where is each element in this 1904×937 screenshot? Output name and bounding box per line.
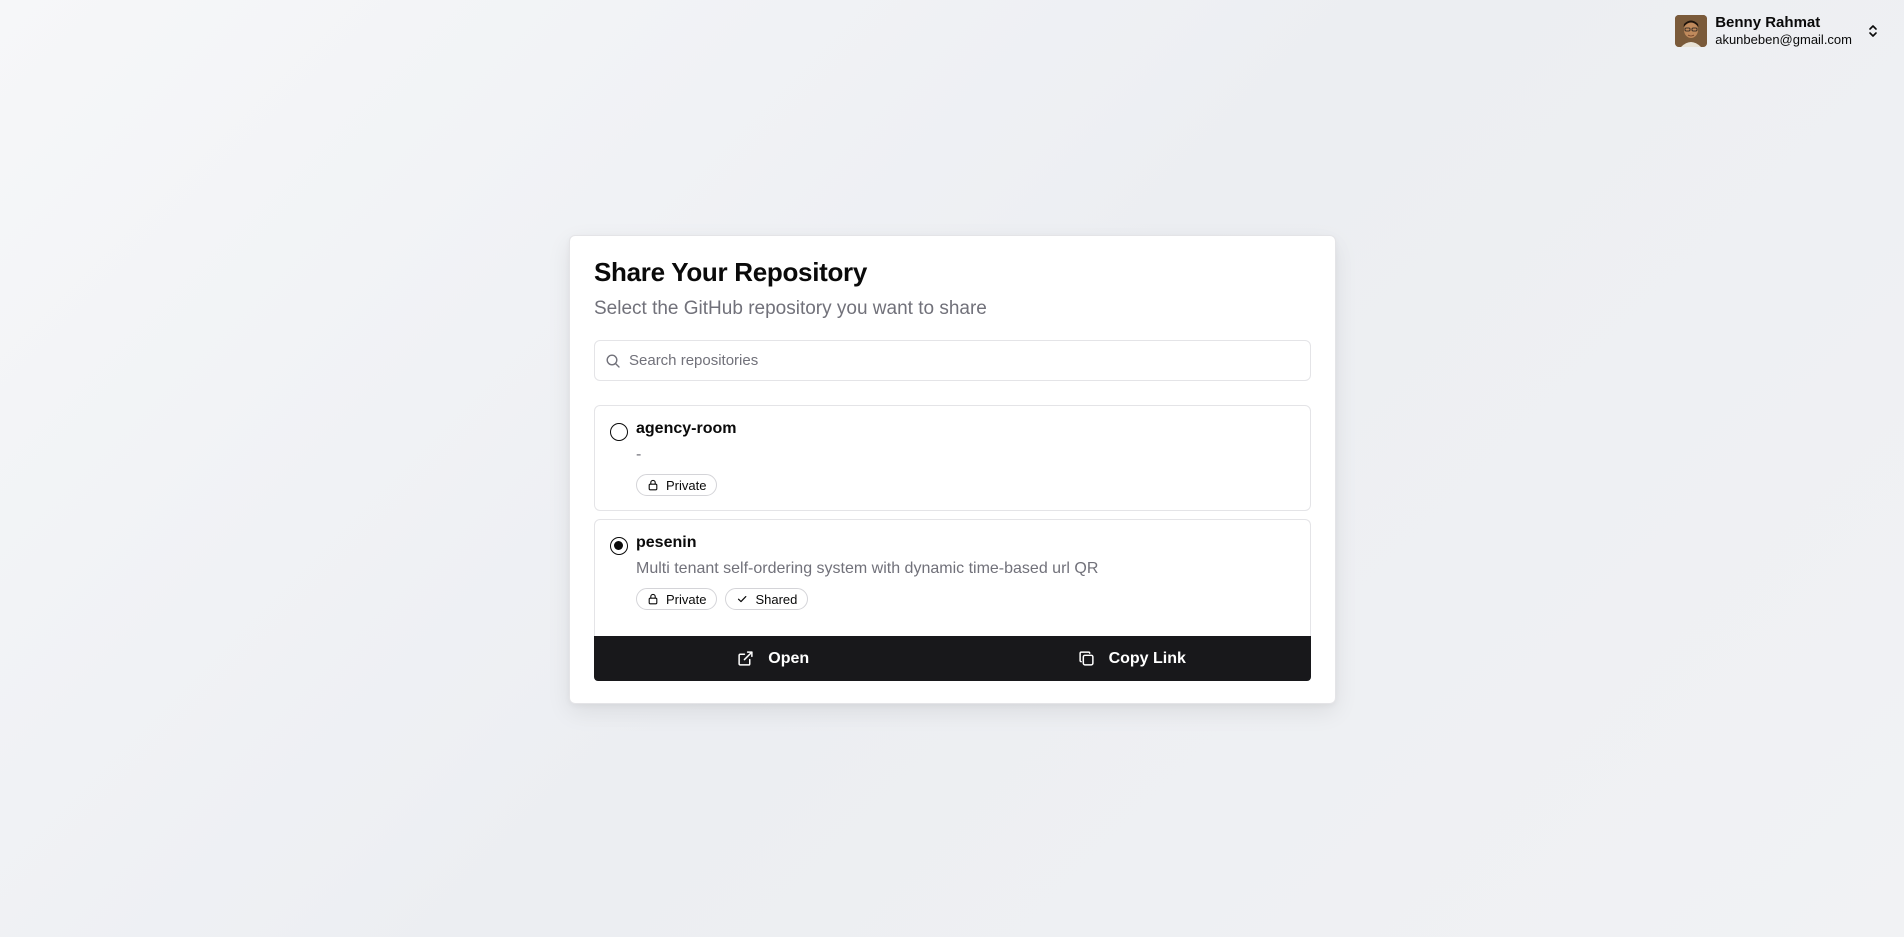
badge-label: Private	[666, 591, 707, 607]
chevrons-up-down-icon[interactable]	[1866, 22, 1880, 40]
user-name: Benny Rahmat	[1715, 14, 1821, 31]
repo-description: Multi tenant self-ordering system with d…	[636, 560, 1099, 578]
avatar-image	[1675, 14, 1708, 47]
lock-icon	[648, 594, 658, 605]
external-link-icon	[738, 651, 753, 666]
open-button-label: Open	[768, 649, 810, 667]
badge-label: Shared	[755, 591, 798, 607]
repo-radio-selected[interactable]	[610, 537, 628, 556]
private-badge: Private	[636, 474, 718, 497]
copy-link-button[interactable]: Copy Link	[953, 636, 1312, 681]
open-button[interactable]: Open	[594, 636, 953, 681]
avatar	[1675, 14, 1708, 47]
repo-name: pesenin	[636, 534, 697, 552]
search-icon	[606, 354, 620, 368]
user-menu[interactable]: Benny Rahmat akunbeben@gmail.com	[1675, 14, 1880, 48]
repo-item-agency-room[interactable]: agency-room - Private	[594, 405, 1311, 512]
repo-name: agency-room	[636, 420, 737, 438]
card-title: Share Your Repository	[594, 257, 868, 287]
search-box[interactable]	[594, 340, 1311, 382]
shared-badge: Shared	[725, 588, 809, 611]
search-input[interactable]	[629, 352, 1300, 370]
user-email: akunbeben@gmail.com	[1715, 32, 1852, 47]
repo-action-bar: Open Copy Link	[594, 636, 1311, 681]
copy-link-button-label: Copy Link	[1108, 649, 1186, 667]
badge-label: Private	[666, 477, 707, 493]
check-icon	[738, 596, 747, 603]
private-badge: Private	[636, 588, 718, 611]
repo-radio[interactable]	[610, 423, 628, 442]
repo-description: -	[636, 446, 642, 464]
copy-icon	[1078, 651, 1094, 666]
share-repository-card: Share Your Repository Select the GitHub …	[569, 235, 1336, 704]
lock-icon	[648, 480, 658, 491]
card-subtitle: Select the GitHub repository you want to…	[594, 298, 987, 320]
